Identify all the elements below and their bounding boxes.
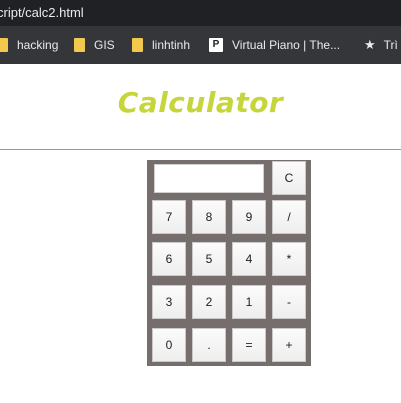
key-decimal[interactable]: . [192,328,226,362]
address-bar[interactable]: cript/calc2.html [0,0,401,26]
key-divide[interactable]: / [272,200,306,234]
key-0[interactable]: 0 [152,328,186,362]
key-8[interactable]: 8 [192,200,226,234]
clear-button[interactable]: C [272,161,306,195]
page-title: Calculator [117,86,284,119]
bookmark-star[interactable]: ★ Trì [364,26,398,64]
bookmark-linhtinh[interactable]: linhtinh [132,26,190,64]
bookmark-label: Trì [383,38,398,52]
calculator: C 7 8 9 / 6 5 4 * 3 2 1 - 0 . = + [147,160,311,366]
bookmark-virtual-piano[interactable]: P Virtual Piano | The... [209,26,340,64]
key-subtract[interactable]: - [272,285,306,319]
key-7[interactable]: 7 [152,200,186,234]
key-5[interactable]: 5 [192,242,226,276]
key-multiply[interactable]: * [272,242,306,276]
key-9[interactable]: 9 [232,200,266,234]
bookmarks-bar: hacking GIS linhtinh P Virtual Piano | T… [0,26,401,64]
folder-icon [132,38,143,52]
key-3[interactable]: 3 [152,285,186,319]
bookmark-label: linhtinh [152,38,191,52]
key-1[interactable]: 1 [232,285,266,319]
folder-icon [0,38,8,52]
folder-icon [74,38,85,52]
key-add[interactable]: + [272,328,306,362]
bookmark-gis[interactable]: GIS [74,26,115,64]
key-4[interactable]: 4 [232,242,266,276]
calculator-display[interactable] [154,164,264,193]
bookmark-label: GIS [94,38,115,52]
bookmark-label: hacking [17,38,59,52]
url-text: cript/calc2.html [0,5,84,20]
bookmark-hacking[interactable]: hacking [0,26,58,64]
key-6[interactable]: 6 [152,242,186,276]
key-2[interactable]: 2 [192,285,226,319]
star-icon: ★ [364,37,376,52]
piano-page-icon: P [209,38,223,52]
horizontal-rule [0,149,401,150]
key-equals[interactable]: = [232,328,266,362]
bookmark-label: Virtual Piano | The... [232,38,341,52]
